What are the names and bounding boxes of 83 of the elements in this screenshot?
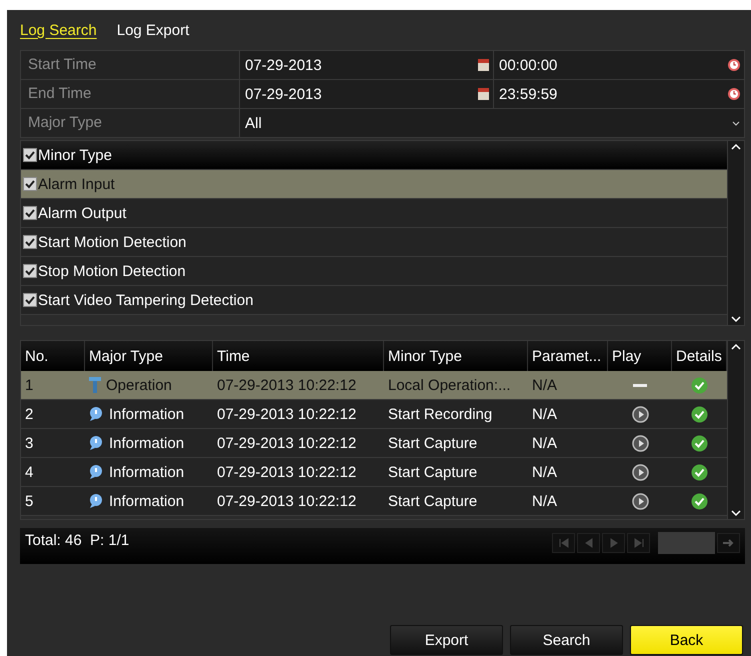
table-cell-text: 5 bbox=[24, 492, 34, 512]
table-cell-text: Start Capture bbox=[387, 492, 478, 512]
minor-type-item[interactable]: Alarm Input bbox=[21, 170, 727, 199]
table-cell-text: Start Capture bbox=[387, 434, 478, 454]
checkmark-icon[interactable] bbox=[691, 464, 708, 480]
scroll-up-icon bbox=[731, 343, 741, 350]
minor-type-item[interactable]: Alarm Output bbox=[21, 199, 727, 228]
table-cell: Operation bbox=[85, 371, 213, 399]
next-page-icon bbox=[608, 537, 620, 549]
action-button[interactable]: Export bbox=[390, 625, 503, 655]
field-label: Major Type bbox=[21, 109, 239, 137]
action-button[interactable]: Back bbox=[630, 625, 743, 655]
table-cell: Information bbox=[85, 487, 213, 515]
table-cell-text: 07-29-2013 10:22:12 bbox=[216, 462, 358, 482]
checkbox[interactable] bbox=[23, 148, 37, 162]
table-cell: Information bbox=[85, 429, 213, 457]
scroll-down-icon bbox=[731, 510, 741, 517]
action-button[interactable]: Search bbox=[510, 625, 623, 655]
time-field[interactable]: 00:00:00 bbox=[494, 51, 744, 79]
checkbox[interactable] bbox=[23, 293, 37, 307]
table-cell-text: N/A bbox=[531, 462, 558, 482]
field-label: Start Time bbox=[21, 51, 239, 79]
play-icon[interactable] bbox=[632, 434, 648, 452]
log-row[interactable]: 1 Operation 07-29-2013 10:22:12 Local Operation:... N/A bbox=[21, 371, 727, 400]
checkbox[interactable] bbox=[23, 206, 37, 220]
checkbox[interactable] bbox=[23, 264, 37, 278]
minor-type-item[interactable]: Start Video Tampering Detection bbox=[21, 286, 727, 315]
table-cell-text: 3 bbox=[24, 434, 34, 454]
table-cell-text: 07-29-2013 10:22:12 bbox=[216, 376, 358, 396]
clock-icon[interactable] bbox=[728, 59, 740, 71]
table-cell-text: N/A bbox=[531, 492, 558, 512]
arrow-right-icon bbox=[722, 538, 734, 548]
previous-page-icon bbox=[582, 537, 594, 549]
time-field[interactable]: 23:59:59 bbox=[494, 80, 744, 108]
log-row[interactable]: 5 Information 07-29-2013 10:22:12 Start Capture N/A bbox=[21, 487, 727, 516]
calendar-icon[interactable] bbox=[478, 88, 489, 100]
checkbox[interactable] bbox=[23, 177, 37, 191]
first-page-icon bbox=[558, 537, 570, 549]
scroll-up-icon bbox=[731, 143, 741, 150]
checkbox[interactable] bbox=[23, 235, 37, 249]
table-cell: Information bbox=[85, 458, 213, 486]
scrollbar[interactable] bbox=[727, 341, 744, 519]
table-cell-text: Local Operation:... bbox=[387, 376, 512, 396]
play-icon[interactable] bbox=[632, 406, 648, 422]
tab[interactable]: Log Export bbox=[116, 22, 190, 38]
minor-type-item[interactable]: Stop Motion Detection bbox=[21, 257, 727, 286]
table-cell-text: 4 bbox=[24, 462, 34, 482]
clock-icon[interactable] bbox=[728, 88, 740, 100]
date-field[interactable]: 07-29-2013 bbox=[240, 51, 493, 79]
calendar-icon[interactable] bbox=[478, 59, 489, 71]
chevron-down-icon bbox=[732, 120, 740, 126]
field-label: End Time bbox=[21, 80, 239, 108]
tab[interactable]: Log Search bbox=[20, 22, 97, 38]
log-row[interactable]: 2 Information 07-29-2013 10:22:12 Start Recording N/A bbox=[21, 400, 727, 429]
table-cell-text: Start Recording bbox=[387, 404, 494, 424]
play-icon[interactable] bbox=[632, 492, 648, 510]
table-cell-text: N/A bbox=[531, 376, 558, 396]
table-cell-text: 07-29-2013 10:22:12 bbox=[216, 492, 358, 512]
last-page-icon bbox=[632, 537, 644, 549]
scroll-down-icon bbox=[731, 316, 741, 323]
scrollbar[interactable] bbox=[727, 141, 744, 325]
checkmark-icon[interactable] bbox=[691, 492, 708, 510]
table-cell-text: 1 bbox=[24, 376, 34, 396]
table-cell-text: 07-29-2013 10:22:12 bbox=[216, 434, 358, 454]
table-cell-text: N/A bbox=[531, 404, 558, 424]
table-cell-text: Start Capture bbox=[387, 462, 478, 482]
total-count: Total: 46 P: 1/1 bbox=[25, 532, 130, 549]
major-type-dropdown[interactable]: All bbox=[240, 109, 744, 137]
table-cell-text: N/A bbox=[531, 434, 558, 454]
checkmark-icon[interactable] bbox=[691, 406, 708, 422]
date-field[interactable]: 07-29-2013 bbox=[240, 80, 493, 108]
table-cell-text: 07-29-2013 10:22:12 bbox=[216, 404, 358, 424]
log-row[interactable]: 4 Information 07-29-2013 10:22:12 Start Capture N/A bbox=[21, 458, 727, 487]
page-input[interactable] bbox=[658, 532, 715, 554]
log-row[interactable]: 3 Information 07-29-2013 10:22:12 Start Capture N/A bbox=[21, 429, 727, 458]
minor-type-item[interactable]: Start Motion Detection bbox=[21, 228, 727, 257]
play-icon[interactable] bbox=[632, 464, 648, 480]
go-button[interactable] bbox=[717, 533, 740, 553]
table-cell: Information bbox=[85, 400, 213, 428]
minor-type-item[interactable]: Minor Type bbox=[21, 141, 727, 170]
table-cell-text: 2 bbox=[24, 404, 34, 424]
checkmark-icon[interactable] bbox=[691, 376, 708, 394]
checkmark-icon[interactable] bbox=[691, 434, 708, 452]
